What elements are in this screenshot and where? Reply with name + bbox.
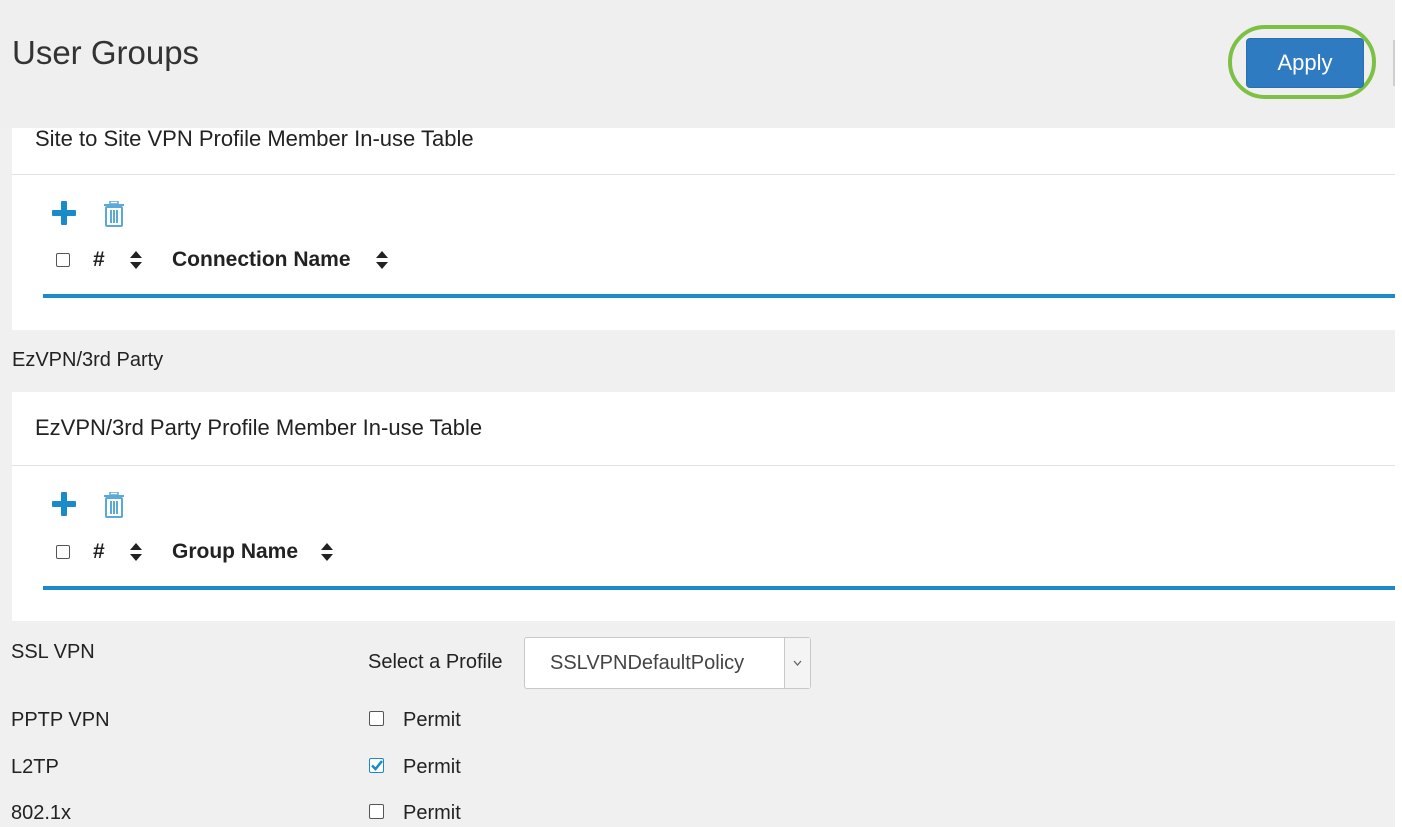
trash-icon[interactable] (103, 492, 125, 518)
apply-button[interactable]: Apply (1246, 38, 1364, 88)
trash-icon[interactable] (103, 201, 125, 227)
chevron-down-icon[interactable] (784, 638, 810, 688)
plus-icon[interactable] (52, 492, 76, 516)
l2tp-permit-checkbox[interactable] (369, 758, 384, 773)
dot1x-label: 802.1x (11, 802, 72, 824)
pptp-vpn-label: PPTP VPN (11, 709, 110, 731)
table-header-rule (43, 586, 1395, 590)
select-profile-label: Select a Profile (368, 651, 503, 673)
ssl-vpn-label: SSL VPN (11, 641, 95, 663)
column-header-group-name[interactable]: Group Name (172, 540, 298, 564)
l2tp-permit-label: Permit (403, 756, 461, 778)
page-header: User Groups (0, 0, 1395, 128)
page-title: User Groups (12, 34, 200, 71)
select-all-checkbox[interactable] (56, 545, 70, 559)
card-divider (12, 465, 1395, 466)
sort-icon[interactable] (320, 542, 334, 562)
ssl-profile-select[interactable]: SSLVPNDefaultPolicy (524, 637, 811, 689)
sort-icon[interactable] (129, 542, 143, 562)
pptp-permit-label: Permit (403, 709, 461, 731)
ezvpn-table-title: EzVPN/3rd Party Profile Member In-use Ta… (35, 415, 483, 440)
pptp-permit-checkbox[interactable] (369, 711, 384, 726)
column-header-index: # (93, 540, 105, 563)
plus-icon[interactable] (52, 201, 76, 225)
s2s-table-title: Site to Site VPN Profile Member In-use T… (35, 126, 474, 151)
header-divider (1393, 40, 1395, 86)
table-header-rule (43, 294, 1395, 298)
dot1x-permit-checkbox[interactable] (369, 804, 384, 819)
l2tp-label: L2TP (11, 756, 59, 778)
sort-icon[interactable] (129, 250, 143, 270)
column-header-index: # (93, 248, 105, 271)
s2s-member-table-card: Site to Site VPN Profile Member In-use T… (12, 126, 1395, 330)
card-divider (12, 174, 1395, 175)
sort-icon[interactable] (375, 250, 389, 270)
ezvpn-member-table-card: EzVPN/3rd Party Profile Member In-use Ta… (12, 392, 1395, 621)
select-all-checkbox[interactable] (56, 253, 70, 267)
column-header-connection-name[interactable]: Connection Name (172, 248, 351, 272)
ezvpn-section-label: EzVPN/3rd Party (12, 349, 164, 371)
dot1x-permit-label: Permit (403, 802, 461, 824)
ssl-profile-selected-value: SSLVPNDefaultPolicy (550, 652, 745, 674)
